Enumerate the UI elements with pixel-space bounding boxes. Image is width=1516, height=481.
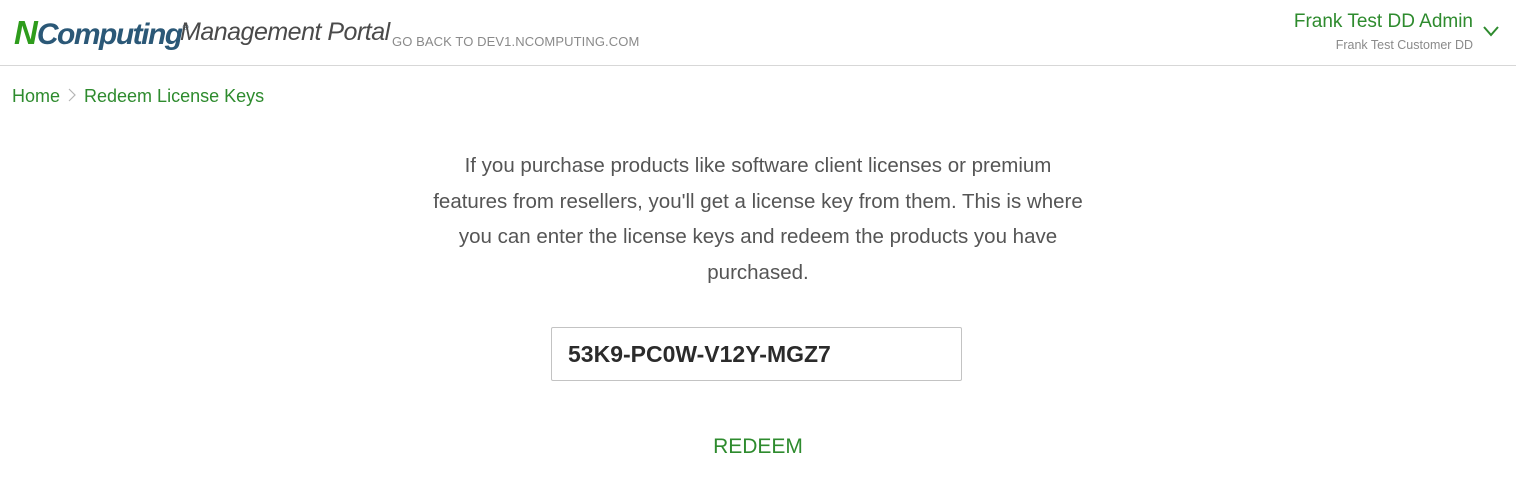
chevron-right-icon — [68, 88, 76, 101]
description-line: purchased. — [707, 260, 809, 284]
description-line: features from resellers, you'll get a li… — [433, 189, 1083, 213]
license-key-input[interactable] — [551, 327, 962, 381]
user-customer-name: Frank Test Customer DD — [1335, 38, 1473, 52]
redeem-button[interactable]: REDEEM — [700, 430, 816, 464]
user-name[interactable]: Frank Test DD Admin — [1294, 10, 1473, 34]
breadcrumb-redeem-license-keys[interactable]: Redeem License Keys — [84, 86, 264, 107]
user-menu[interactable]: Frank Test DD Admin Frank Test Customer … — [1294, 10, 1473, 52]
go-back-link[interactable]: GO BACK TO DEV1.NCOMPUTING.COM — [392, 34, 639, 49]
breadcrumb: Home Redeem License Keys — [12, 86, 264, 107]
logo-wordmark: Computing — [36, 18, 183, 51]
ncomputing-logo[interactable]: N Computing ® — [14, 14, 189, 51]
portal-title: Management Portal — [180, 18, 390, 46]
top-header: N Computing ® Management Portal GO BACK TO… — [0, 0, 1516, 66]
breadcrumb-home[interactable]: Home — [12, 86, 60, 107]
chevron-down-icon[interactable] — [1482, 24, 1500, 38]
redeem-description: If you purchase products like software c… — [418, 148, 1098, 290]
description-line: If you purchase products like software c… — [464, 154, 1052, 177]
description-line: you can enter the license keys and redee… — [458, 225, 1058, 248]
logo-letter-n: N — [14, 14, 38, 51]
